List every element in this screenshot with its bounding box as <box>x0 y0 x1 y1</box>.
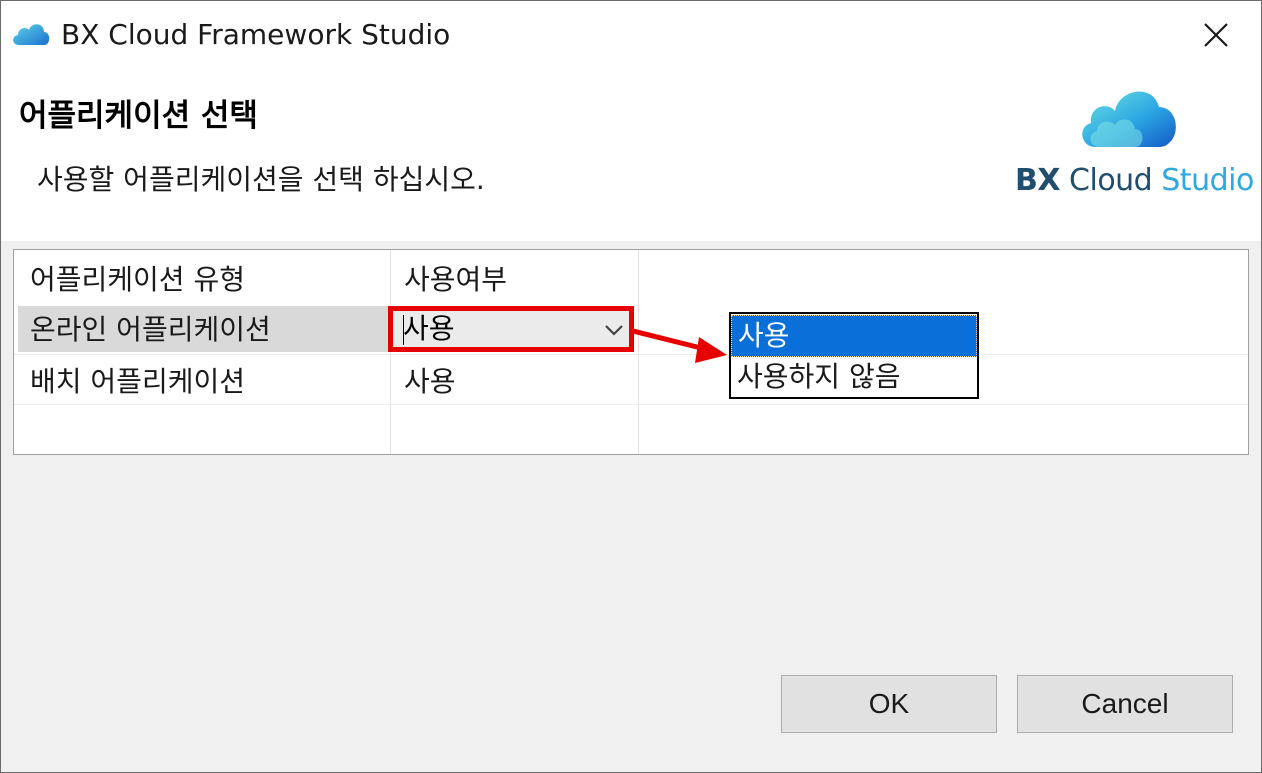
ok-button[interactable]: OK <box>781 675 997 733</box>
window-title: BX Cloud Framework Studio <box>61 18 451 51</box>
close-icon <box>1204 23 1228 47</box>
header-banner: 어플리케이션 선택 사용할 어플리케이션을 선택 하십시오. BX Cloud … <box>1 69 1261 241</box>
table-cell-type[interactable]: 온라인 어플리케이션 <box>30 310 271 350</box>
logo-text-cloud: Cloud <box>1060 163 1162 198</box>
column-header-type[interactable]: 어플리케이션 유형 <box>30 260 245 300</box>
logo-wordmark: BX Cloud Studio <box>1015 163 1254 199</box>
table-cell-usage[interactable]: 사용 <box>404 362 456 402</box>
page-title: 어플리케이션 선택 <box>19 98 258 134</box>
dropdown-option-selected[interactable]: 사용 <box>731 315 977 357</box>
logo-text-studio: Studio <box>1161 163 1254 198</box>
cloud-app-icon <box>13 24 50 45</box>
logo-text-bx: BX <box>1015 163 1061 198</box>
brand-logo: BX Cloud Studio <box>1011 77 1254 207</box>
close-button[interactable] <box>1171 1 1261 69</box>
cancel-button[interactable]: Cancel <box>1017 675 1233 733</box>
column-header-usage[interactable]: 사용여부 <box>404 260 507 300</box>
dialog-window: BX Cloud Framework Studio 어플리케이션 선택 사용할 … <box>0 0 1262 773</box>
dropdown-popup[interactable]: 사용 사용하지 않음 <box>729 312 979 399</box>
title-bar[interactable]: BX Cloud Framework Studio <box>1 1 1261 69</box>
annotation-arrow-icon <box>632 328 727 363</box>
table-cell-type[interactable]: 배치 어플리케이션 <box>30 362 245 402</box>
dropdown-option[interactable]: 사용하지 않음 <box>731 357 977 399</box>
page-description: 사용할 어플리케이션을 선택 하십시오. <box>37 163 485 196</box>
cloud-logo-icon <box>1082 91 1176 147</box>
row-divider <box>14 404 1248 405</box>
column-divider <box>390 250 391 454</box>
annotation-highlight-box <box>388 306 634 352</box>
